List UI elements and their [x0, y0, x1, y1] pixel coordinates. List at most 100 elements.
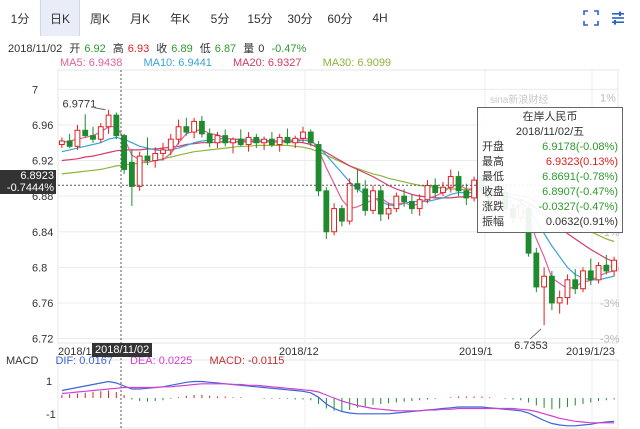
info-open: 6.92: [84, 43, 106, 55]
info-vol-label: 量: [243, 43, 255, 55]
tooltip-row-value: 6.9178(-0.08%): [542, 141, 618, 153]
candle-body: [206, 133, 213, 144]
tooltip-row-value: 6.9323(0.13%): [545, 156, 618, 168]
candle-body: [416, 199, 423, 210]
candle-body: [541, 275, 548, 288]
pct-tick-label: 1%: [600, 92, 616, 104]
annotation-label: 6.9771: [63, 99, 97, 111]
candle-body: [167, 138, 174, 151]
candle-body: [198, 120, 205, 135]
cursor-pct: -0.7444%: [6, 182, 54, 194]
candle-body: [580, 270, 586, 290]
macd-panel-frame: [57, 359, 619, 429]
candle-body: [455, 176, 462, 192]
candle-body: [564, 279, 571, 299]
tab-6[interactable]: 15分: [240, 0, 280, 36]
tooltip-row: 最低 6.8691(-0.78%): [482, 170, 618, 185]
tooltip-row-label: 振幅: [482, 216, 504, 228]
candle-body: [191, 120, 198, 133]
candle-body: [160, 149, 166, 154]
info-change: -0.47%: [271, 43, 307, 55]
ma10-label: MA10: 6.9441: [143, 57, 212, 69]
candle-body: [611, 259, 618, 272]
candle-body: [183, 126, 190, 133]
cursor-price-label: 6.8923 -0.7444%: [0, 170, 56, 194]
candle-body: [331, 208, 338, 233]
y-tick-label: 6.76: [32, 298, 53, 310]
macd-value: MACD: -0.0115: [209, 355, 285, 367]
tooltip-row-value: -0.0327(-0.47%): [538, 201, 619, 213]
candle-body: [595, 265, 602, 281]
y-tick-label: 6.92: [32, 156, 53, 168]
info-low: 6.87: [214, 43, 237, 55]
tooltip-row-label: 涨跌: [482, 201, 504, 213]
y-tick-label: 6.8: [32, 262, 47, 274]
candle-body: [261, 138, 268, 144]
tooltip-row: 涨跌 -0.0327(-0.47%): [482, 200, 618, 215]
tooltip-row-value: 6.8691(-0.78%): [542, 171, 618, 183]
candle-body: [222, 135, 229, 144]
candle-body: [377, 190, 384, 215]
candle-body: [152, 152, 159, 162]
candle-body: [214, 135, 221, 144]
ma20-label: MA20: 6.9327: [233, 57, 302, 69]
tab-7[interactable]: 30分: [280, 0, 320, 36]
candle-body: [424, 184, 431, 201]
candle-body: [113, 114, 120, 137]
candle-body: [276, 136, 283, 146]
tooltip-title: 在岸人民币: [522, 111, 578, 123]
info-open-label: 开: [69, 43, 81, 55]
tab-0[interactable]: 1分: [0, 0, 40, 36]
settings-icon[interactable]: [610, 10, 626, 26]
info-close: 6.89: [171, 43, 193, 55]
info-close-label: 收: [156, 43, 168, 55]
candle-body: [97, 126, 104, 140]
candle-body: [587, 270, 594, 281]
info-high: 6.93: [127, 43, 150, 55]
candle-body: [237, 138, 244, 146]
tab-4[interactable]: 年K: [160, 0, 200, 36]
watermark-logo: sina新浪财经: [490, 93, 548, 106]
candle-body: [121, 135, 128, 170]
tab-9[interactable]: 4H: [360, 0, 400, 36]
tab-1[interactable]: 日K: [40, 0, 80, 36]
candle-body: [136, 155, 143, 187]
candle-body: [370, 190, 376, 211]
candle-body: [230, 138, 236, 144]
candle-body: [74, 129, 81, 147]
candle-body: [556, 297, 563, 304]
candle-body: [447, 176, 454, 188]
annotation-leader: [529, 328, 542, 340]
candle-body: [354, 183, 361, 190]
candle-body: [572, 279, 579, 290]
macd-tick-label: -1: [46, 409, 56, 421]
candle-body: [300, 131, 306, 139]
tab-5[interactable]: 5分: [200, 0, 240, 36]
candle-body: [105, 114, 112, 128]
pct-tick-label: -2%: [600, 262, 620, 274]
tooltip-row: 最高 6.9323(0.13%): [482, 155, 618, 170]
tooltip-row: 开盘 6.9178(-0.08%): [482, 140, 618, 155]
candle-body: [58, 140, 65, 146]
tab-8[interactable]: 60分: [320, 0, 360, 36]
candle-body: [463, 190, 470, 199]
period-tabs: 1分 日K 周K 月K 年K 5分 15分 30分 60分 4H: [0, 0, 640, 36]
tooltip-date: 2018/11/02/五: [515, 126, 585, 138]
candle-body: [432, 184, 439, 194]
info-high-label: 高: [112, 43, 124, 55]
annotation-label: 6.7353: [514, 340, 548, 352]
candle-body: [66, 140, 73, 147]
candle-body: [338, 208, 345, 222]
tab-2[interactable]: 周K: [80, 0, 120, 36]
tooltip-row-label: 最低: [482, 171, 504, 183]
info-date: 2018/11/02: [8, 43, 63, 55]
candle-body: [292, 137, 299, 144]
tab-3[interactable]: 月K: [120, 0, 160, 36]
ohlc-info: 2018/11/02 开 6.92 高 6.93 收 6.89 低 6.87 量0 -0…: [8, 40, 310, 56]
y-tick-label: 6.84: [32, 227, 53, 239]
candle-body: [385, 208, 392, 215]
y-tick-label: 6.96: [32, 120, 53, 132]
expand-icon[interactable]: [583, 10, 599, 26]
candle-body: [284, 136, 291, 144]
candle-body: [245, 136, 252, 146]
